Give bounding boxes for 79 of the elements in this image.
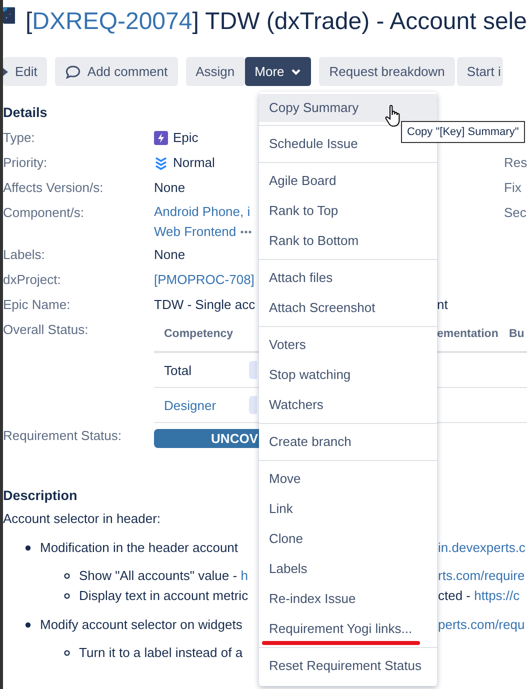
list-item-text: Show "All accounts" value - h	[79, 568, 248, 583]
field-value: TDW - Single acc	[154, 296, 256, 314]
list-item-text: Modify account selector on widgets	[40, 617, 242, 632]
section-heading: Details	[3, 105, 48, 122]
menu-item[interactable]: Move	[259, 464, 437, 494]
description-text: Account selector in header:	[3, 511, 162, 526]
speech-bubble-icon	[65, 64, 82, 78]
tooltip: Copy "[Key] Summary"	[401, 121, 525, 143]
url-link[interactable]: h	[240, 568, 248, 583]
toolbar-button[interactable]: Add comment	[55, 57, 178, 86]
field-label: Labels:	[3, 246, 46, 264]
component-link[interactable]: Web Frontend	[154, 222, 236, 242]
list-item-text: cted - https://c	[438, 587, 520, 605]
toolbar-button[interactable]: Request breakdown	[319, 57, 455, 86]
field-label: Res	[504, 154, 526, 172]
field-label: dxProject:	[3, 271, 62, 289]
table-link[interactable]: Designer	[154, 392, 249, 418]
menu-item[interactable]: Labels	[259, 554, 437, 584]
field-value: Normal	[173, 154, 215, 172]
url-link[interactable]: perts.com/requ	[438, 615, 525, 635]
field-label: Priority:	[3, 154, 48, 172]
field-value: nt	[437, 296, 448, 314]
menu-item[interactable]: Rank to Bottom	[259, 226, 437, 256]
menu-item[interactable]: Copy Summary	[259, 94, 437, 122]
chevron-down-icon	[291, 68, 302, 76]
menu-item[interactable]: Clone	[259, 524, 437, 554]
menu-item[interactable]: Requirement Yogi links...	[259, 614, 437, 644]
bullet-icon	[25, 622, 31, 628]
status-lozenge	[249, 396, 257, 414]
issue-title: [DXREQ-20074] TDW (dxTrade) - Account sele	[25, 7, 527, 37]
component-link[interactable]: Android Phone, i	[154, 202, 250, 222]
bullet-icon	[25, 545, 31, 551]
status-bar: UNCOV	[154, 429, 259, 448]
field-label: Sec	[504, 204, 526, 222]
toolbar-button[interactable]: Start i	[456, 57, 503, 86]
menu-item[interactable]: Re-index Issue	[259, 584, 437, 614]
field-value: None	[154, 246, 186, 264]
field-label: Requirement Status:	[3, 427, 123, 445]
menu-item[interactable]: Create branch	[259, 427, 437, 457]
field-label: Affects Version/s:	[3, 179, 104, 197]
menu-item[interactable]: Rank to Top	[259, 196, 437, 226]
chevrons-down-icon	[154, 156, 168, 170]
table-cell-text: Total	[163, 362, 192, 380]
toolbar-button[interactable]: Assign	[186, 57, 245, 86]
menu-item[interactable]: Attach Screenshot	[259, 293, 437, 323]
field-value: Epic	[173, 129, 198, 147]
lightning-icon	[154, 130, 168, 144]
menu-item[interactable]: Voters	[259, 330, 437, 360]
list-item-text: Turn it to a label instead of a	[79, 645, 243, 660]
menu-item[interactable]: Reset Requirement Status	[259, 651, 437, 681]
ellipsis-icon	[240, 230, 252, 234]
field-link[interactable]: [PMOPROC-708]	[154, 267, 254, 292]
url-link[interactable]: https://c	[474, 588, 520, 603]
url-link[interactable]: rts.com/require	[438, 566, 525, 586]
menu-item[interactable]: Link	[259, 494, 437, 524]
list-item-text: Display text in account metric	[79, 588, 248, 603]
section-heading: Description	[3, 488, 78, 505]
field-label: Type:	[3, 129, 36, 147]
menu-item[interactable]: Stop watching	[259, 360, 437, 390]
url-link[interactable]: in.devexperts.c	[438, 538, 526, 558]
bullet-icon	[64, 650, 70, 656]
field-label: Epic Name:	[3, 296, 72, 314]
toolbar-button[interactable]: More	[244, 57, 312, 86]
field-label: Component/s:	[3, 204, 85, 222]
bullet-icon	[64, 573, 70, 579]
list-item-text: Modification in the header account	[40, 540, 238, 555]
field-label: Fix	[504, 179, 522, 197]
issue-key-link[interactable]: DXREQ-20074	[32, 8, 192, 35]
menu-item[interactable]: Agile Board	[259, 166, 437, 196]
menu-item[interactable]: Attach files	[259, 263, 437, 293]
toolbar-button[interactable]: Edit	[3, 57, 48, 86]
menu-item[interactable]: Watchers	[259, 390, 437, 420]
field-label: Overall Status:	[3, 321, 90, 339]
column-header: Bu	[509, 326, 526, 342]
column-header: ementation	[437, 326, 500, 342]
bullet-icon	[64, 593, 70, 599]
field-value: None	[154, 179, 186, 197]
column-header: Competency	[163, 326, 234, 342]
status-lozenge	[249, 361, 257, 379]
